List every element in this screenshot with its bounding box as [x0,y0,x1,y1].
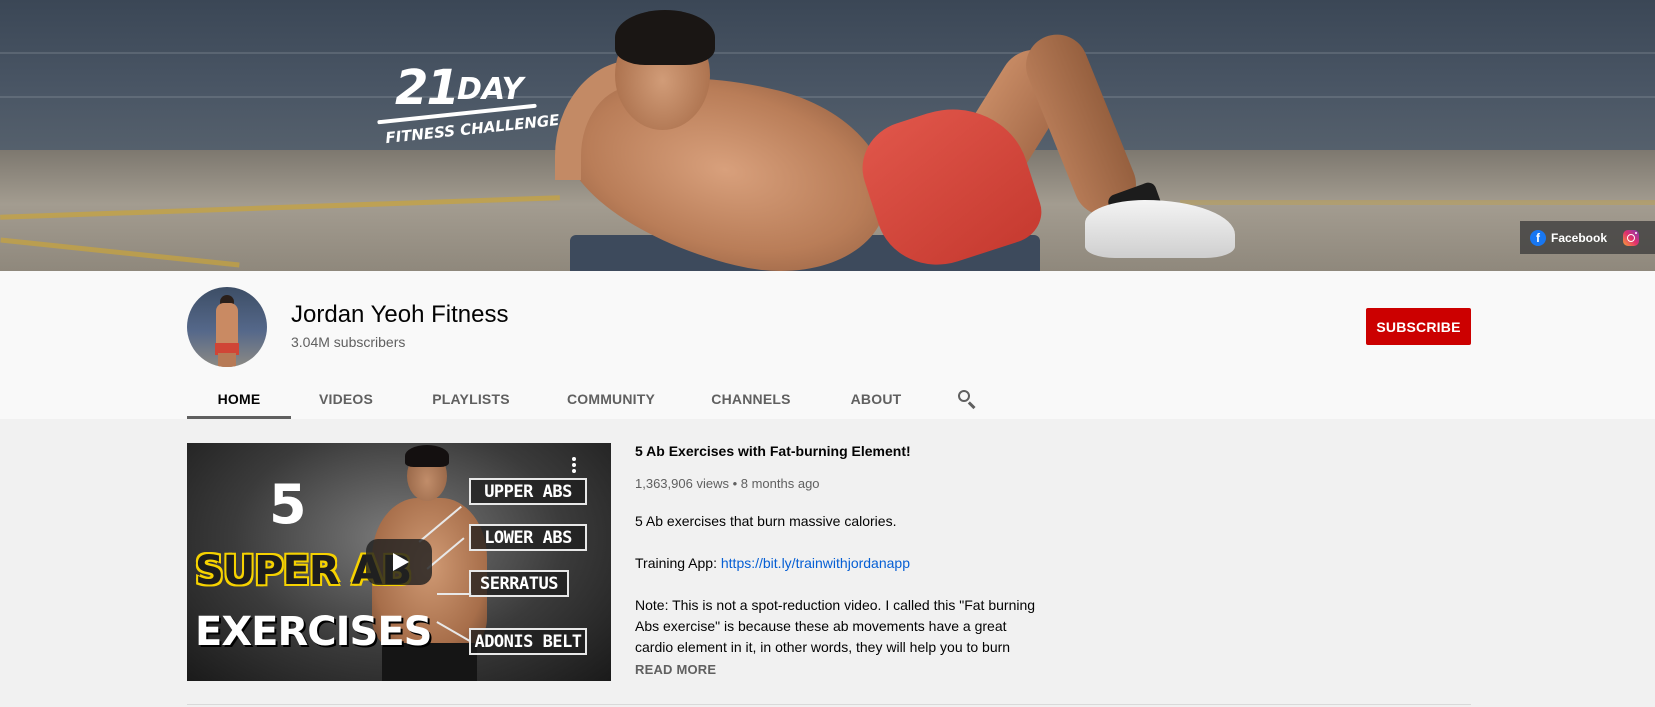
banner-wall-line [0,52,1655,54]
tab-home[interactable]: HOME [187,378,291,419]
tab-community[interactable]: COMMUNITY [541,378,681,419]
channel-search-button[interactable] [931,378,1003,419]
tab-videos[interactable]: VIDEOS [291,378,401,419]
thumbnail-pointer-line [437,593,472,595]
subscriber-count: 3.04M subscribers [291,334,406,350]
avatar-legs [218,353,236,367]
banner-person-hair [615,10,715,65]
description-line: 5 Ab exercises that burn massive calorie… [635,513,897,529]
thumbnail-line2: EXERCISES [195,609,432,655]
facebook-icon: f [1530,229,1546,246]
thumbnail-label: ADONIS BELT [469,628,587,655]
tab-channels[interactable]: CHANNELS [681,378,821,419]
instagram-icon [1623,229,1640,246]
facebook-link[interactable]: f Facebook [1530,229,1608,246]
banner-social-links: f Facebook [1520,221,1655,254]
description-line: cardio element in it, in other words, th… [635,639,1011,655]
section-divider [187,704,1471,705]
description-line: Abs exercise" is because these ab moveme… [635,618,1007,634]
video-description: 5 Ab exercises that burn massive calorie… [635,511,1045,658]
description-line: Note: This is not a spot-reduction video… [635,597,1036,613]
view-count: 1,363,906 views [635,476,729,491]
channel-header: Jordan Yeoh Fitness 3.04M subscribers SU… [0,271,1655,419]
thumbnail-label: SERRATUS [469,570,569,597]
instagram-link[interactable] [1615,229,1640,246]
search-icon [957,389,977,409]
thumbnail-number: 5 [269,473,307,536]
app-prefix: Training App: [635,555,721,571]
more-vert-icon[interactable] [567,455,581,475]
training-app-link[interactable]: https://bit.ly/trainwithjordanapp [721,555,910,571]
facebook-link-label: Facebook [1551,230,1608,245]
logo-day: DAY [457,72,524,107]
tab-playlists[interactable]: PLAYLISTS [401,378,541,419]
logo-number: 21 [395,60,460,116]
read-more-button[interactable]: READ MORE [635,662,716,677]
thumbnail-label: UPPER ABS [469,478,587,505]
channel-name: Jordan Yeoh Fitness [291,301,509,328]
channel-tabs: HOME VIDEOS PLAYLISTS COMMUNITY CHANNELS… [187,378,1003,419]
tab-about[interactable]: ABOUT [821,378,931,419]
banner-wall-line [0,96,1655,98]
video-meta: 1,363,906 views • 8 months ago [635,476,820,491]
upload-age: 8 months ago [740,476,820,491]
video-title[interactable]: 5 Ab Exercises with Fat-burning Element! [635,443,911,459]
description-app-line: Training App: https://bit.ly/trainwithjo… [635,553,1045,574]
banner-ground-stripe [1180,200,1655,205]
meta-separator: • [732,476,738,491]
video-thumbnail[interactable]: 5 SUPER AB EXERCISES UPPER ABS LOWER ABS… [187,443,611,681]
subscribe-button[interactable]: SUBSCRIBE [1366,308,1471,345]
thumbnail-label: LOWER ABS [469,524,587,551]
avatar[interactable] [187,287,267,367]
challenge-logo: 21 DAY FITNESS CHALLENGE [375,60,560,150]
play-icon[interactable] [366,539,432,585]
channel-banner: 21 DAY FITNESS CHALLENGE f Facebook [0,0,1655,271]
